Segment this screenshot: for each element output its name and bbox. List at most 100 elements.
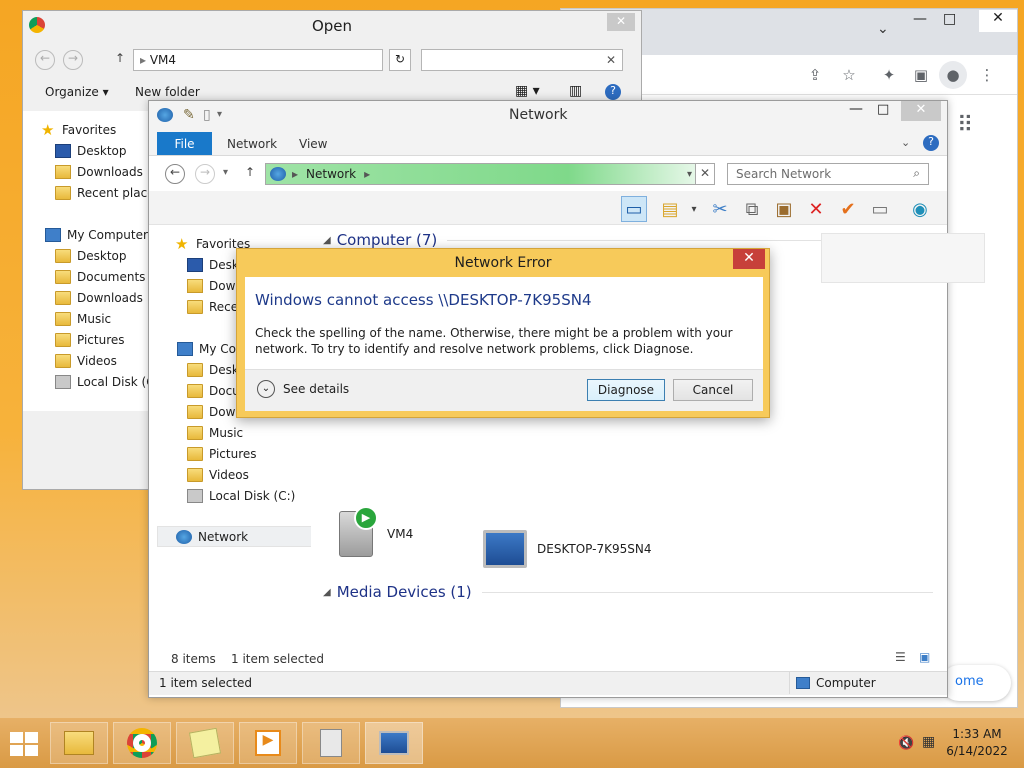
downloads-icon	[55, 164, 71, 179]
videos-folder-icon	[187, 467, 203, 482]
tab-view[interactable]: View	[299, 137, 327, 151]
media-player-icon: ▶	[255, 730, 281, 756]
desktop-icon	[55, 143, 71, 158]
delete-icon[interactable]: ✕	[803, 196, 829, 222]
preview-pane-icon[interactable]: ▥	[569, 83, 582, 99]
explorer-command-bar: ▭ ▤ ▾ ✂ ⧉ ▣ ✕ ✔ ▭ ◉	[149, 191, 947, 225]
recent-places-icon	[55, 185, 71, 200]
details-view-icon[interactable]: ☰	[895, 650, 906, 664]
collapse-triangle-icon: ◢	[323, 234, 331, 246]
properties-dropdown-icon[interactable]: ▾	[681, 196, 707, 222]
profile-avatar-icon[interactable]: ●	[939, 61, 967, 89]
explorer-address-bar[interactable]: ▸ Network ▸ ▾	[265, 163, 699, 185]
taskbar-file-explorer[interactable]	[50, 722, 108, 764]
help-icon[interactable]: ?	[923, 135, 939, 151]
network-tray-icon[interactable]: ▦	[922, 734, 935, 750]
nav-pc-local-disk[interactable]: Local Disk (C:)	[187, 485, 307, 506]
organize-menu[interactable]: Organize ▾	[45, 85, 109, 99]
chrome-menu-icon[interactable]: ⋮	[973, 61, 1001, 89]
address-dropdown-icon[interactable]: ▾	[687, 169, 692, 180]
diagnose-button[interactable]: Diagnose	[587, 379, 665, 401]
see-details-toggle[interactable]: ⌄ See details	[257, 380, 349, 398]
nav-pc-videos[interactable]: Videos	[187, 464, 307, 485]
taskbar-network-explorer[interactable]	[365, 722, 423, 764]
chrome-welcome-button[interactable]: ome	[941, 665, 1011, 701]
ribbon-expand-icon[interactable]: ⌄	[901, 136, 910, 149]
quick-access-dropdown-icon[interactable]: ▾	[217, 109, 222, 120]
check-icon[interactable]: ✔	[835, 196, 861, 222]
chrome-logo-icon	[29, 17, 45, 33]
chrome-maximize-button[interactable]: □	[943, 11, 956, 27]
selected-count: 1 item selected	[231, 652, 325, 666]
paste-icon[interactable]: ▣	[771, 196, 797, 222]
error-dialog-close-button[interactable]: ✕	[733, 249, 765, 269]
properties-quick-icon[interactable]: ✎	[183, 107, 195, 123]
back-arrow-icon[interactable]: ←	[35, 50, 55, 70]
volume-muted-icon[interactable]: 🔇	[898, 736, 914, 751]
back-arrow-icon[interactable]: ←	[165, 164, 185, 184]
open-dialog-search-input[interactable]: ✕	[421, 49, 623, 71]
open-dialog-nav-pane: ★ Favorites Desktop Downloads Recent plac…	[23, 111, 161, 411]
taskbar-calculator[interactable]	[302, 722, 360, 764]
calculator-icon	[320, 729, 342, 757]
bookmark-star-icon[interactable]: ☆	[835, 61, 863, 89]
downloads-icon	[187, 278, 203, 293]
share-icon[interactable]: ⇪	[801, 61, 829, 89]
apps-grid-icon[interactable]: ⠿	[957, 113, 973, 138]
large-icons-view-icon[interactable]: ▣	[919, 650, 930, 664]
music-folder-icon	[55, 311, 71, 326]
nav-pc-pictures[interactable]: Pictures	[187, 443, 307, 464]
details-pane-icon[interactable]: ▭	[621, 196, 647, 222]
taskbar-chrome[interactable]	[113, 722, 171, 764]
up-arrow-icon[interactable]: ↑	[115, 51, 125, 65]
cut-icon[interactable]: ✂	[707, 196, 733, 222]
explorer-title-bar: ✎ ▯ ▾ Network — □ ✕	[149, 101, 947, 131]
help-icon[interactable]: ?	[605, 84, 621, 100]
collapse-triangle-icon: ◢	[323, 586, 331, 598]
taskbar-media-player[interactable]: ▶	[239, 722, 297, 764]
open-dialog-address-bar[interactable]: ▸ VM4	[133, 49, 383, 71]
properties-icon[interactable]: ▤	[657, 196, 683, 222]
taskbar-sticky-notes[interactable]	[176, 722, 234, 764]
desktop-icon	[187, 257, 203, 272]
open-dialog-close-button[interactable]: ✕	[607, 13, 635, 31]
up-arrow-icon[interactable]: ↑	[245, 165, 255, 179]
chrome-close-button[interactable]: ✕	[979, 10, 1017, 32]
computer-icon	[177, 341, 193, 356]
cancel-button[interactable]: Cancel	[673, 379, 753, 401]
media-item-vm4[interactable]: ▶ VM4	[339, 506, 459, 559]
forward-arrow-icon[interactable]: →	[195, 164, 215, 184]
side-panel-icon[interactable]: ▣	[907, 61, 935, 89]
chrome-minimize-button[interactable]: —	[913, 11, 927, 27]
network-and-sharing-icon[interactable]: ◉	[907, 196, 933, 222]
copy-icon[interactable]: ⧉	[739, 196, 765, 222]
taskbar-clock[interactable]: 1:33 AM 6/14/2022	[942, 726, 1012, 760]
open-dialog-path: VM4	[149, 53, 177, 67]
new-folder-button[interactable]: New folder	[135, 85, 200, 99]
explorer-close-button[interactable]: ✕	[901, 101, 941, 121]
extensions-icon[interactable]: ✦	[875, 61, 903, 89]
refresh-icon[interactable]: ↻	[389, 49, 411, 71]
rename-icon[interactable]: ▭	[867, 196, 893, 222]
address-clear-icon[interactable]: ✕	[695, 163, 715, 185]
group-header-media[interactable]: ◢ Media Devices (1)	[323, 583, 933, 601]
nav-pc-music[interactable]: Music	[187, 422, 307, 443]
start-button-windows-icon[interactable]	[10, 732, 38, 756]
forward-arrow-icon[interactable]: →	[63, 50, 83, 70]
computer-item-desktop[interactable]: DESKTOP-7K95SN4	[483, 525, 653, 573]
explorer-minimize-button[interactable]: —	[849, 101, 863, 117]
search-network-input[interactable]: Search Network ⌕	[727, 163, 929, 185]
tab-network[interactable]: Network	[227, 137, 277, 151]
new-folder-quick-icon[interactable]: ▯	[203, 107, 211, 123]
recent-locations-icon[interactable]: ▾	[223, 167, 228, 178]
folder-icon	[55, 290, 71, 305]
breadcrumb-arrow-icon: ▸	[364, 167, 371, 181]
selected-item-highlight	[821, 233, 985, 283]
view-options-icon[interactable]: ▦ ▾	[515, 83, 540, 99]
clock-date: 6/14/2022	[946, 744, 1008, 758]
error-dialog-body: Windows cannot access \\DESKTOP-7K95SN4 …	[245, 277, 763, 369]
tab-file[interactable]: File	[157, 132, 212, 155]
explorer-maximize-button[interactable]: □	[877, 102, 889, 117]
tab-search-icon[interactable]: ⌄	[877, 21, 889, 37]
nav-network[interactable]: Network	[157, 526, 313, 547]
